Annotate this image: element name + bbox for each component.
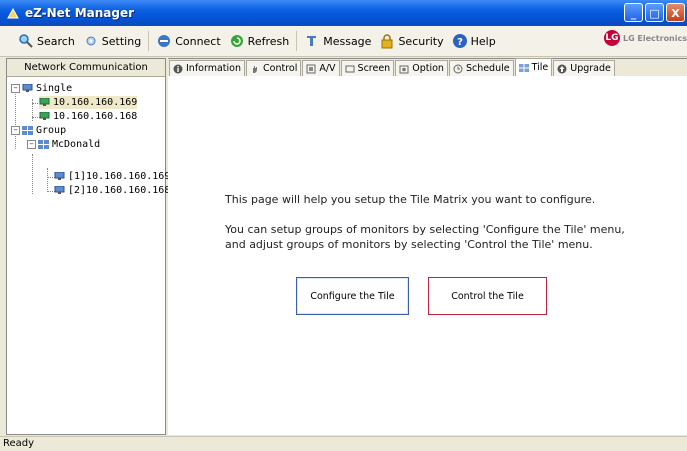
tab-av[interactable]: A/V	[302, 60, 340, 76]
security-label: Security	[398, 34, 444, 48]
tab-label: Screen	[357, 63, 391, 74]
settings-icon	[86, 36, 96, 46]
brand-name: LG Electronics	[622, 33, 687, 43]
tab-label: Schedule	[465, 63, 510, 74]
monitor-group-icon	[38, 140, 49, 149]
av-icon	[306, 64, 316, 73]
tab-label: Tile	[531, 62, 549, 73]
toolbar: Search Setting Connect Refresh Message S…	[0, 26, 687, 57]
collapse-icon[interactable]: −	[11, 126, 20, 135]
lock-icon	[381, 34, 393, 49]
connect-button[interactable]: Connect	[152, 30, 224, 52]
brand: LG LG Electronics	[603, 30, 687, 46]
tree-node-group[interactable]: − Group	[11, 124, 66, 137]
tab-label: Option	[412, 63, 444, 74]
app-icon	[7, 7, 19, 19]
search-label: Search	[37, 34, 75, 48]
refresh-button[interactable]: Refresh	[225, 30, 294, 52]
tile-intro-text: This page will help you setup the Tile M…	[225, 193, 596, 206]
message-button[interactable]: Message	[300, 30, 375, 52]
tab-information[interactable]: Information	[169, 60, 245, 76]
search-icon	[19, 34, 33, 48]
refresh-label: Refresh	[247, 34, 290, 48]
tree-item-single-2[interactable]: 10.160.160.168	[39, 110, 137, 123]
monitor-icon	[39, 98, 50, 106]
message-label: Message	[323, 34, 372, 48]
tab-screen[interactable]: Screen	[340, 60, 395, 76]
tab-control[interactable]: Control	[246, 60, 302, 76]
refresh-icon	[230, 35, 243, 47]
title-bar: eZ-Net Manager _ □ X	[0, 0, 687, 26]
monitor-icon	[54, 186, 65, 194]
tree-label: [2]10.160.160.168	[68, 185, 171, 196]
tab-bar: Information Control A/V Screen Option Sc…	[168, 58, 687, 76]
tree-label-single: Single	[36, 83, 73, 94]
close-button[interactable]: X	[666, 3, 685, 22]
tile-help-line-2: and adjust groups of monitors by selecti…	[225, 238, 593, 251]
hand-icon	[253, 65, 257, 73]
upgrade-icon	[557, 64, 567, 73]
monitor-icon	[39, 112, 50, 120]
tab-label: Control	[263, 63, 298, 74]
main-panel: Information Control A/V Screen Option Sc…	[168, 58, 687, 435]
tab-schedule[interactable]: Schedule	[448, 60, 514, 76]
tab-label: A/V	[319, 63, 336, 74]
search-button[interactable]: Search	[14, 30, 79, 52]
minimize-button[interactable]: _	[624, 3, 643, 22]
toolbar-separator	[296, 31, 298, 51]
option-icon	[399, 65, 409, 73]
toolbar-separator	[148, 31, 150, 51]
tab-tile[interactable]: Tile	[514, 58, 553, 76]
setting-button[interactable]: Setting	[79, 30, 145, 52]
connect-icon	[158, 35, 171, 47]
security-button[interactable]: Security	[375, 30, 447, 52]
info-icon	[173, 64, 183, 73]
tree-item-group-2[interactable]: [2]10.160.160.168	[54, 184, 170, 197]
collapse-icon[interactable]: −	[27, 140, 36, 149]
monitor-icon	[22, 84, 33, 92]
tree-label-group: Group	[36, 125, 67, 136]
tree-item-single-1[interactable]: 10.160.160.169	[39, 96, 138, 109]
svg-text:?: ?	[457, 37, 463, 48]
tree-label: 10.160.160.168	[53, 111, 138, 122]
status-text: Ready	[3, 438, 35, 449]
control-tile-button[interactable]: Control the Tile	[428, 277, 547, 315]
tree-node-mcdonald[interactable]: − McDonald	[27, 138, 100, 151]
status-bar: Ready	[0, 436, 687, 451]
help-button[interactable]: ? Help	[448, 30, 500, 52]
tree-label: [1]10.160.160.169	[68, 171, 171, 182]
setting-label: Setting	[101, 34, 142, 48]
network-panel-header: Network Communication	[7, 59, 165, 77]
configure-tile-button[interactable]: Configure the Tile	[296, 277, 409, 315]
collapse-icon[interactable]: −	[11, 84, 20, 93]
clock-icon	[453, 64, 463, 73]
tab-label: Upgrade	[570, 63, 611, 74]
help-label: Help	[470, 34, 496, 48]
tile-icon	[518, 63, 529, 72]
maximize-button[interactable]: □	[645, 3, 664, 22]
monitor-group-icon	[22, 126, 33, 135]
lg-logo: LG	[603, 30, 620, 46]
tree-label-mcdonald: McDonald	[52, 139, 101, 150]
connect-label: Connect	[175, 34, 221, 48]
help-icon: ?	[452, 34, 467, 48]
screen-icon	[345, 65, 355, 72]
tree-item-group-1[interactable]: [1]10.160.160.169	[54, 170, 170, 183]
tree-node-single[interactable]: − Single	[11, 82, 72, 95]
monitor-icon	[54, 172, 65, 180]
message-icon	[307, 36, 317, 46]
tab-upgrade[interactable]: Upgrade	[553, 60, 615, 76]
tab-label: Information	[186, 63, 241, 74]
tab-option[interactable]: Option	[395, 60, 448, 76]
network-panel: Network Communication − Single 10.160.16…	[6, 58, 170, 435]
tile-help-line-1: You can setup groups of monitors by sele…	[225, 223, 625, 236]
tree-label: 10.160.160.169	[53, 97, 138, 108]
window-title: eZ-Net Manager	[25, 6, 135, 20]
